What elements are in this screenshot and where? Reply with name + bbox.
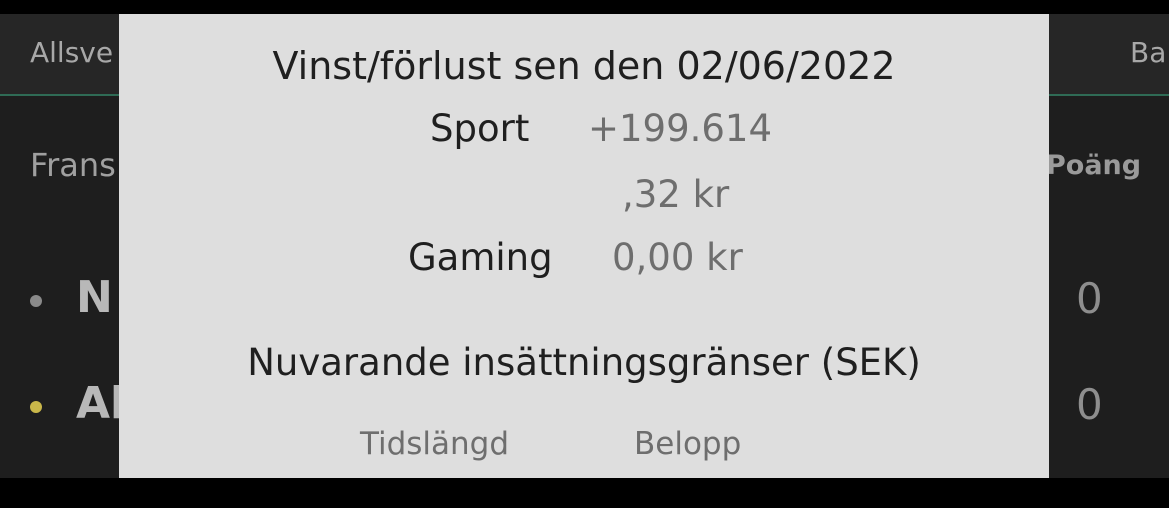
deposit-limits-heading: Nuvarande insättningsgränser (SEK) <box>247 341 921 384</box>
gaming-value: 0,00 kr <box>612 236 743 279</box>
sport-label: Sport <box>430 107 530 150</box>
duration-column-header: Tidslängd <box>360 426 510 462</box>
team-name: N <box>76 272 113 323</box>
status-dot-icon <box>30 401 42 413</box>
amount-column-header: Belopp <box>634 426 742 462</box>
gaming-label: Gaming <box>408 236 553 279</box>
team-points: 0 <box>1076 380 1103 429</box>
profit-loss-modal: Vinst/förlust sen den 02/06/2022 Sport +… <box>119 14 1049 478</box>
points-column-header: Poäng <box>1046 150 1142 181</box>
screen: Allsve s Ba Frans Poäng N 0 Al 0 Vinst/f… <box>0 0 1169 508</box>
status-dot-icon <box>30 295 42 307</box>
team-name: Al <box>76 378 126 429</box>
sport-value-continued: ,32 kr <box>622 173 730 216</box>
sport-value: +199.614 <box>588 107 773 150</box>
team-points: 0 <box>1076 274 1103 323</box>
nav-tab-right[interactable]: Ba <box>1130 36 1166 69</box>
league-subheader: Frans <box>30 146 116 184</box>
modal-title: Vinst/förlust sen den 02/06/2022 <box>272 44 896 88</box>
nav-tab-allsvenskan[interactable]: Allsve <box>30 36 113 69</box>
